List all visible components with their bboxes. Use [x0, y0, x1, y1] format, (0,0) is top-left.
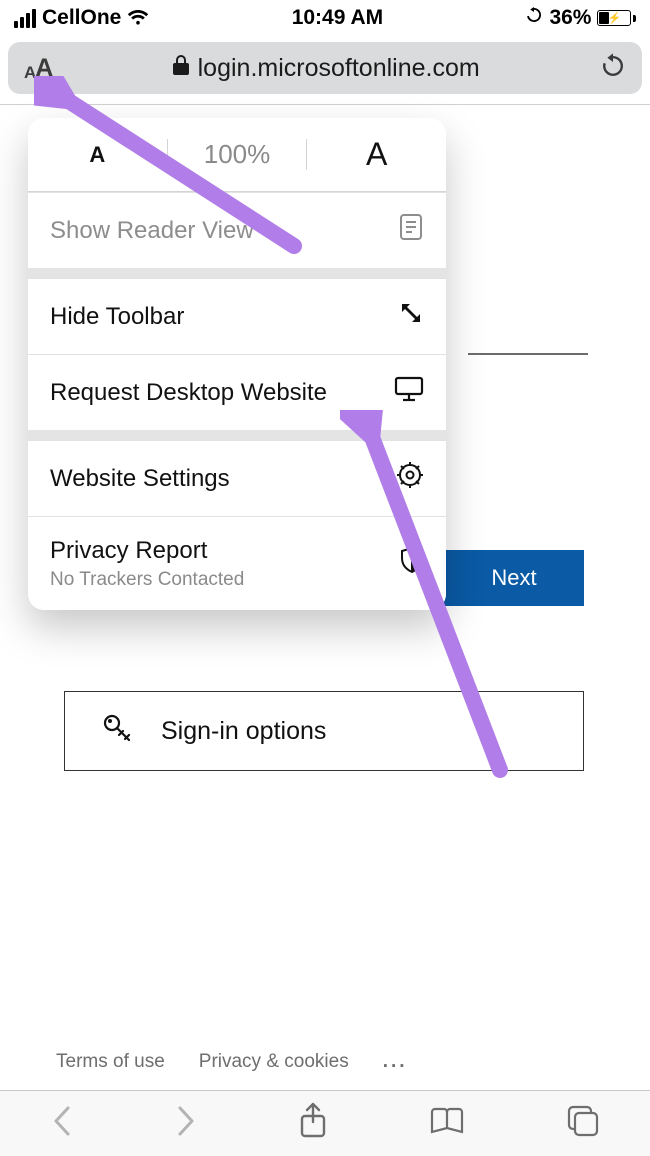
clock: 10:49 AM	[292, 6, 383, 30]
rotation-lock-icon	[525, 6, 543, 30]
text-size-button[interactable]: AA	[24, 54, 51, 83]
reader-view-item: Show Reader View	[28, 192, 446, 268]
reload-button[interactable]	[600, 52, 626, 85]
battery-percent: 36%	[549, 6, 591, 30]
next-button[interactable]: Next	[444, 550, 584, 606]
tabs-button[interactable]	[566, 1104, 600, 1143]
reader-icon	[398, 212, 424, 249]
bottom-toolbar	[0, 1090, 650, 1156]
website-settings-item[interactable]: Website Settings	[28, 440, 446, 516]
back-button[interactable]	[50, 1104, 74, 1143]
share-button[interactable]	[298, 1102, 328, 1145]
footer-links: Terms of use Privacy & cookies ...	[56, 1051, 408, 1073]
address-bar[interactable]: AA login.microsoftonline.com	[8, 42, 642, 94]
carrier-label: CellOne	[42, 6, 121, 30]
expand-icon	[398, 300, 424, 333]
terms-link[interactable]: Terms of use	[56, 1051, 165, 1073]
page-settings-popover: A 100% A Show Reader View Hide Toolbar R…	[28, 118, 446, 610]
signin-options-button[interactable]: Sign-in options	[64, 691, 584, 771]
bookmarks-button[interactable]	[428, 1106, 466, 1141]
desktop-icon	[394, 376, 424, 409]
request-desktop-item[interactable]: Request Desktop Website	[28, 354, 446, 430]
hide-toolbar-item[interactable]: Hide Toolbar	[28, 278, 446, 354]
signal-icon	[14, 9, 36, 28]
privacy-report-item[interactable]: Privacy Report No Trackers Contacted	[28, 516, 446, 610]
key-icon	[101, 711, 135, 752]
url-display[interactable]: login.microsoftonline.com	[61, 54, 590, 83]
zoom-out-button[interactable]: A	[28, 142, 167, 168]
battery-icon: ⚡	[597, 10, 636, 26]
wifi-icon	[127, 10, 149, 26]
gear-icon	[396, 461, 424, 496]
forward-button	[174, 1104, 198, 1143]
zoom-in-button[interactable]: A	[307, 136, 446, 173]
status-bar: CellOne 10:49 AM 36% ⚡	[0, 0, 650, 36]
lock-icon	[172, 54, 190, 83]
zoom-level[interactable]: 100%	[167, 139, 308, 170]
footer-more[interactable]: ...	[383, 1051, 408, 1073]
input-underline	[468, 353, 588, 355]
shield-icon	[400, 546, 424, 581]
privacy-link[interactable]: Privacy & cookies	[199, 1051, 349, 1073]
